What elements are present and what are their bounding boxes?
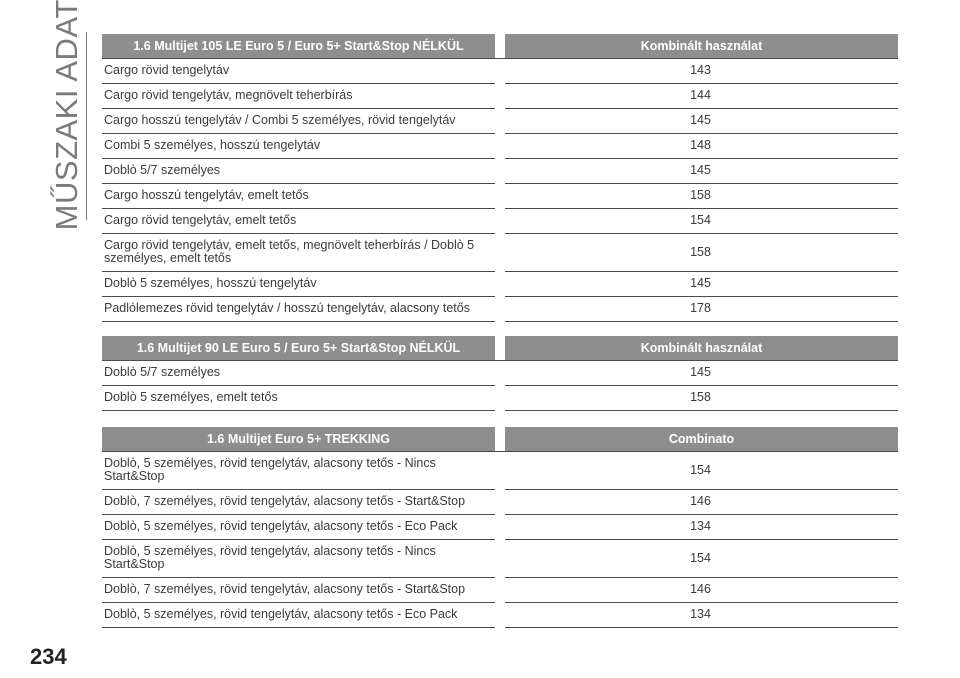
header-usage: Kombinált használat xyxy=(505,34,898,59)
section-side-title: MŰSZAKI ADATOK xyxy=(49,0,84,230)
vehicle-version: Combi 5 személyes, hosszú tengelytáv xyxy=(102,133,495,159)
table-row: Doblò 5/7 személyes 145 xyxy=(102,158,898,184)
vehicle-version: Doblò, 5 személyes, rövid tengelytáv, al… xyxy=(102,539,495,578)
vehicle-version: Cargo rövid tengelytáv, emelt tetős xyxy=(102,208,495,234)
header-engine: 1.6 Multijet 90 LE Euro 5 / Euro 5+ Star… xyxy=(102,336,495,361)
table-row: Cargo rövid tengelytáv, megnövelt teherb… xyxy=(102,83,898,109)
co2-value: 145 xyxy=(505,158,898,184)
co2-value: 144 xyxy=(505,83,898,109)
vehicle-version: Doblò, 7 személyes, rövid tengelytáv, al… xyxy=(102,577,495,603)
table-row: Doblò, 7 személyes, rövid tengelytáv, al… xyxy=(102,489,898,515)
table-row: Doblò, 7 személyes, rövid tengelytáv, al… xyxy=(102,577,898,603)
vehicle-version: Padlólemezes rövid tengelytáv / hosszú t… xyxy=(102,296,495,322)
table-row: Doblò, 5 személyes, rövid tengelytáv, al… xyxy=(102,451,898,490)
side-divider xyxy=(86,32,87,220)
co2-value: 143 xyxy=(505,58,898,84)
vehicle-version: Doblò 5/7 személyes xyxy=(102,158,495,184)
co2-value: 154 xyxy=(505,451,898,490)
vehicle-version: Doblò 5 személyes, emelt tetős xyxy=(102,385,495,411)
table-row: Cargo rövid tengelytáv, emelt tetős, meg… xyxy=(102,233,898,272)
header-engine: 1.6 Multijet 105 LE Euro 5 / Euro 5+ Sta… xyxy=(102,34,495,59)
co2-value: 145 xyxy=(505,360,898,386)
vehicle-version: Doblò 5/7 személyes xyxy=(102,360,495,386)
emission-tables: 1.6 Multijet 105 LE Euro 5 / Euro 5+ Sta… xyxy=(102,34,898,628)
co2-value: 154 xyxy=(505,208,898,234)
table-header: 1.6 Multijet 90 LE Euro 5 / Euro 5+ Star… xyxy=(102,336,898,361)
co2-value: 146 xyxy=(505,577,898,603)
co2-value: 134 xyxy=(505,514,898,540)
table-row: Padlólemezes rövid tengelytáv / hosszú t… xyxy=(102,296,898,322)
table-row: Cargo hosszú tengelytáv, emelt tetős 158 xyxy=(102,183,898,209)
header-usage: Kombinált használat xyxy=(505,336,898,361)
table-header: 1.6 Multijet 105 LE Euro 5 / Euro 5+ Sta… xyxy=(102,34,898,59)
vehicle-version: Cargo hosszú tengelytáv / Combi 5 személ… xyxy=(102,108,495,134)
co2-value: 145 xyxy=(505,271,898,297)
vehicle-version: Doblò 5 személyes, hosszú tengelytáv xyxy=(102,271,495,297)
co2-value: 158 xyxy=(505,233,898,272)
vehicle-version: Doblò, 7 személyes, rövid tengelytáv, al… xyxy=(102,489,495,515)
table-row: Doblò, 5 személyes, rövid tengelytáv, al… xyxy=(102,514,898,540)
vehicle-version: Doblò, 5 személyes, rövid tengelytáv, al… xyxy=(102,451,495,490)
co2-value: 146 xyxy=(505,489,898,515)
co2-value: 148 xyxy=(505,133,898,159)
table-row: Doblò 5/7 személyes 145 xyxy=(102,360,898,386)
vehicle-version: Cargo hosszú tengelytáv, emelt tetős xyxy=(102,183,495,209)
co2-value: 134 xyxy=(505,602,898,628)
spec-table-105-le: 1.6 Multijet 105 LE Euro 5 / Euro 5+ Sta… xyxy=(102,34,898,322)
table-row: Doblò 5 személyes, emelt tetős 158 xyxy=(102,385,898,411)
co2-value: 154 xyxy=(505,539,898,578)
table-row: Cargo hosszú tengelytáv / Combi 5 személ… xyxy=(102,108,898,134)
table-header: 1.6 Multijet Euro 5+ TREKKING Combinato xyxy=(102,427,898,452)
table-row: Cargo rövid tengelytáv 143 xyxy=(102,58,898,84)
table-row: Doblò, 5 személyes, rövid tengelytáv, al… xyxy=(102,602,898,628)
vehicle-version: Doblò, 5 személyes, rövid tengelytáv, al… xyxy=(102,602,495,628)
vehicle-version: Cargo rövid tengelytáv, megnövelt teherb… xyxy=(102,83,495,109)
vehicle-version: Doblò, 5 személyes, rövid tengelytáv, al… xyxy=(102,514,495,540)
co2-value: 158 xyxy=(505,183,898,209)
section-title-text: MŰSZAKI ADATOK xyxy=(49,0,84,230)
vehicle-version: Cargo rövid tengelytáv, emelt tetős, meg… xyxy=(102,233,495,272)
table-row: Cargo rövid tengelytáv, emelt tetős 154 xyxy=(102,208,898,234)
page-number: 234 xyxy=(30,644,67,669)
co2-value: 158 xyxy=(505,385,898,411)
table-row: Doblò 5 személyes, hosszú tengelytáv 145 xyxy=(102,271,898,297)
table-row: Doblò, 5 személyes, rövid tengelytáv, al… xyxy=(102,539,898,578)
co2-value: 178 xyxy=(505,296,898,322)
header-usage: Combinato xyxy=(505,427,898,452)
table-row: Combi 5 személyes, hosszú tengelytáv 148 xyxy=(102,133,898,159)
spec-table-trekking: 1.6 Multijet Euro 5+ TREKKING Combinato … xyxy=(102,427,898,628)
co2-value: 145 xyxy=(505,108,898,134)
header-engine: 1.6 Multijet Euro 5+ TREKKING xyxy=(102,427,495,452)
spec-table-90-le: 1.6 Multijet 90 LE Euro 5 / Euro 5+ Star… xyxy=(102,336,898,411)
vehicle-version: Cargo rövid tengelytáv xyxy=(102,58,495,84)
